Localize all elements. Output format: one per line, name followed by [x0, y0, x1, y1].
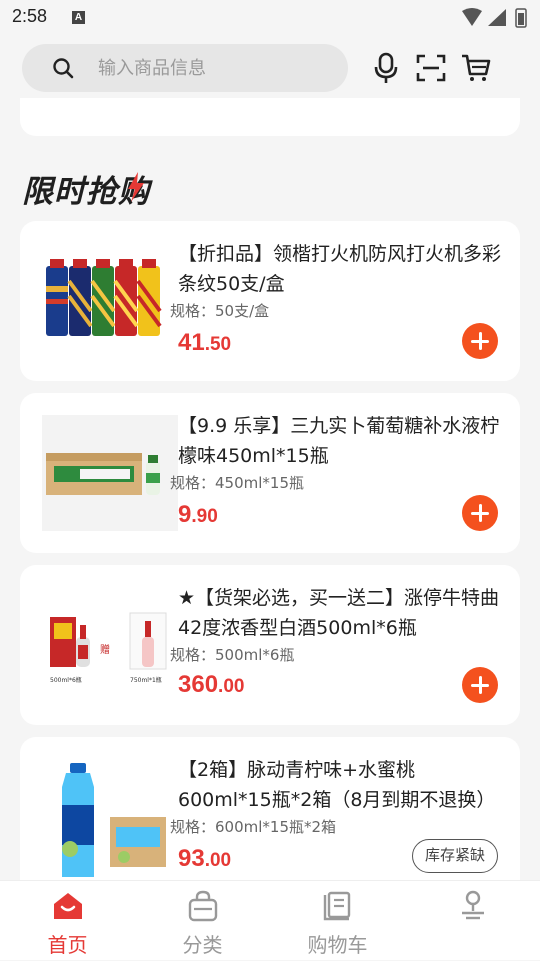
search-icon	[53, 58, 74, 79]
price-integer: 9	[178, 501, 192, 528]
image-caption-2: 750ml*1瓶	[130, 676, 162, 684]
product-price: 93.00	[178, 845, 231, 873]
price-integer: 360	[178, 671, 219, 698]
product-card[interactable]: 【折扣品】领楷打火机防风打火机多彩条纹50支/盒 规格：50支/盒 41.50	[20, 221, 520, 381]
product-spec: 规格：50支/盒	[170, 302, 270, 320]
user-icon	[461, 890, 484, 920]
previous-card-bottom	[20, 98, 520, 136]
stock-status-badge: 库存紧缺	[412, 839, 498, 873]
product-card[interactable]: 赠 500ml*6瓶 750ml*1瓶 ★【货架必选，买一送二】涨停牛特曲42度…	[20, 565, 520, 725]
bag-icon	[188, 890, 217, 922]
product-title[interactable]: 【9.9 乐享】三九实卜葡萄糖补水液柠檬味450ml*15瓶	[178, 411, 508, 471]
price-decimal: .00	[218, 676, 245, 697]
status-icons	[460, 6, 530, 30]
tab-label: 分类	[182, 933, 223, 957]
price-integer: 93	[178, 845, 205, 872]
product-image-liquor: 赠 500ml*6瓶 750ml*1瓶	[50, 612, 167, 684]
product-image-mizone	[62, 763, 166, 877]
home-icon	[53, 893, 82, 919]
product-spec: 规格：450ml*15瓶	[170, 474, 304, 492]
image-caption-1: 500ml*6瓶	[50, 676, 82, 684]
tab-label: 购物车	[307, 933, 368, 957]
lightning-icon	[128, 172, 144, 202]
gift-mark: 赠	[100, 643, 110, 656]
product-price: 360.00	[178, 671, 244, 699]
tab-category[interactable]: 分类	[135, 881, 270, 961]
product-image-lighters	[46, 259, 162, 336]
search-bar[interactable]	[22, 44, 348, 92]
product-card[interactable]: 【9.9 乐享】三九实卜葡萄糖补水液柠檬味450ml*15瓶 规格：450ml*…	[20, 393, 520, 553]
status-time: 2:58	[12, 6, 48, 26]
status-bar: 2:58 A	[0, 0, 540, 36]
tab-home[interactable]: 首页	[0, 881, 135, 961]
product-price: 9.90	[178, 501, 218, 529]
tab-profile[interactable]	[405, 881, 540, 961]
product-card[interactable]: 【2箱】脉动青柠味+水蜜桃600ml*15瓶*2箱（8月到期不退换） 规格：60…	[20, 737, 520, 897]
product-price: 41.50	[178, 329, 231, 357]
product-spec: 规格：600ml*15瓶*2箱	[170, 818, 337, 836]
add-to-cart-button[interactable]	[462, 495, 498, 531]
tab-label: 首页	[47, 933, 88, 957]
price-decimal: .00	[204, 850, 232, 871]
price-decimal: .90	[191, 506, 218, 527]
product-title[interactable]: ★【货架必选，买一送二】涨停牛特曲42度浓香型白酒500ml*6瓶	[178, 583, 508, 643]
notification-a-icon: A	[72, 11, 85, 24]
add-to-cart-button[interactable]	[462, 667, 498, 703]
search-input[interactable]	[98, 52, 328, 84]
product-title[interactable]: 【折扣品】领楷打火机防风打火机多彩条纹50支/盒	[178, 239, 508, 299]
price-decimal: .50	[204, 334, 232, 355]
product-title[interactable]: 【2箱】脉动青柠味+水蜜桃600ml*15瓶*2箱（8月到期不退换）	[178, 755, 508, 815]
add-to-cart-button[interactable]	[462, 323, 498, 359]
tab-cart[interactable]: 购物车	[270, 881, 405, 961]
price-integer: 41	[178, 329, 205, 356]
cart-icon	[323, 891, 350, 921]
cart-icon[interactable]	[460, 52, 492, 84]
microphone-icon[interactable]	[370, 52, 402, 84]
wifi-signal-battery-icon	[462, 8, 527, 28]
product-spec: 规格：500ml*6瓶	[170, 646, 295, 664]
search-row	[0, 36, 540, 100]
scan-icon[interactable]	[415, 52, 447, 84]
bottom-tab-bar: 首页 分类 购物车	[0, 880, 540, 960]
product-image-drink-box	[42, 415, 178, 531]
